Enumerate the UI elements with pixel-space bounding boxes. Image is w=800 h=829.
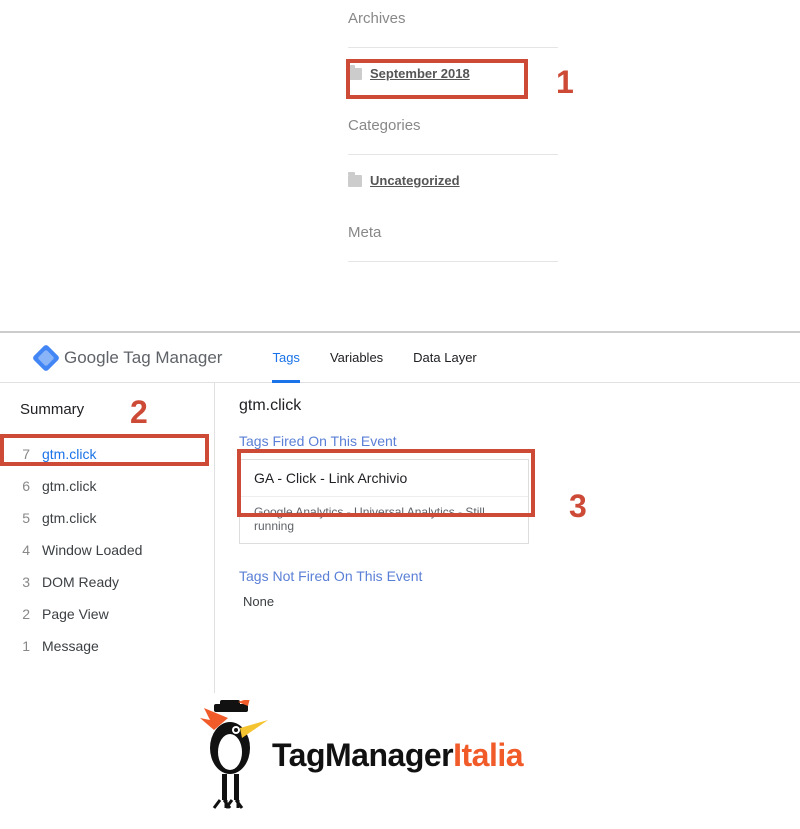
footer-logo: TagManagerItalia	[190, 700, 523, 810]
tab-variables-label: Variables	[330, 350, 383, 365]
divider	[348, 261, 558, 262]
archive-link-september-2018[interactable]: September 2018	[370, 66, 470, 81]
event-number: 4	[20, 542, 30, 558]
gtm-logo-icon	[32, 343, 60, 371]
archives-title: Archives	[348, 10, 558, 27]
archives-widget: Archives September 2018	[348, 10, 558, 81]
event-number: 2	[20, 606, 30, 622]
gtm-preview-panel: Google Tag Manager Tags Variables Data L…	[0, 331, 800, 693]
event-label: Window Loaded	[42, 542, 142, 558]
categories-item: Uncategorized	[348, 173, 558, 188]
meta-widget: Meta	[348, 224, 558, 262]
event-item-6-gtm-click[interactable]: 6 gtm.click	[0, 470, 214, 502]
event-item-1-message[interactable]: 1 Message	[0, 630, 214, 662]
event-number: 5	[20, 510, 30, 526]
event-item-2-page-view[interactable]: 2 Page View	[0, 598, 214, 630]
gtm-topbar: Google Tag Manager Tags Variables Data L…	[0, 331, 800, 383]
gtm-brand-text: Google Tag Manager	[64, 348, 222, 368]
divider	[348, 47, 558, 48]
fired-tag-card[interactable]: GA - Click - Link Archivio Google Analyt…	[239, 459, 529, 544]
event-label: gtm.click	[42, 478, 96, 494]
archives-item: September 2018	[348, 66, 558, 81]
divider	[348, 154, 558, 155]
summary-heading[interactable]: Summary	[0, 393, 214, 438]
footer-brand-italia: Italia	[453, 737, 523, 773]
event-label: gtm.click	[42, 510, 96, 526]
gtm-tabs: Tags Variables Data Layer	[272, 333, 476, 382]
category-link-uncategorized[interactable]: Uncategorized	[370, 173, 460, 188]
fired-tag-desc: Google Analytics - Universal Analytics -…	[240, 497, 528, 543]
gtm-event-list-panel: Summary 7 gtm.click 6 gtm.click 5 gtm.cl…	[0, 383, 215, 693]
event-label: Page View	[42, 606, 109, 622]
tags-fired-label: Tags Fired On This Event	[239, 433, 776, 449]
footer-brand-text: TagManagerItalia	[272, 737, 523, 774]
event-number: 7	[20, 446, 30, 462]
event-label: DOM Ready	[42, 574, 119, 590]
tab-data-layer[interactable]: Data Layer	[413, 333, 477, 382]
event-item-3-dom-ready[interactable]: 3 DOM Ready	[0, 566, 214, 598]
blog-sidebar: Archives September 2018 Categories Uncat…	[348, 10, 558, 298]
categories-title: Categories	[348, 117, 558, 134]
event-number: 3	[20, 574, 30, 590]
gtm-detail-panel: gtm.click Tags Fired On This Event GA - …	[215, 383, 800, 693]
tab-data-layer-label: Data Layer	[413, 350, 477, 365]
folder-icon	[348, 68, 362, 80]
gtm-body: Summary 7 gtm.click 6 gtm.click 5 gtm.cl…	[0, 383, 800, 693]
annotation-number-1: 1	[556, 64, 574, 101]
event-number: 6	[20, 478, 30, 494]
event-label: gtm.click	[42, 446, 96, 462]
woodpecker-icon	[190, 700, 270, 810]
event-label: Message	[42, 638, 99, 654]
not-fired-none: None	[239, 594, 776, 609]
tab-tags[interactable]: Tags	[272, 333, 299, 382]
gtm-logo: Google Tag Manager	[36, 348, 222, 368]
event-item-5-gtm-click[interactable]: 5 gtm.click	[0, 502, 214, 534]
folder-icon	[348, 175, 362, 187]
footer-brand-tagmanager: TagManager	[272, 737, 453, 773]
event-number: 1	[20, 638, 30, 654]
tab-tags-label: Tags	[272, 350, 299, 365]
tab-variables[interactable]: Variables	[330, 333, 383, 382]
event-detail-title: gtm.click	[239, 397, 776, 415]
meta-title: Meta	[348, 224, 558, 241]
event-item-4-window-loaded[interactable]: 4 Window Loaded	[0, 534, 214, 566]
fired-tag-name: GA - Click - Link Archivio	[240, 460, 528, 497]
tags-not-fired-label: Tags Not Fired On This Event	[239, 568, 776, 584]
event-item-7-gtm-click[interactable]: 7 gtm.click	[0, 438, 214, 470]
event-list: 7 gtm.click 6 gtm.click 5 gtm.click 4 Wi…	[0, 438, 214, 662]
categories-widget: Categories Uncategorized	[348, 117, 558, 188]
